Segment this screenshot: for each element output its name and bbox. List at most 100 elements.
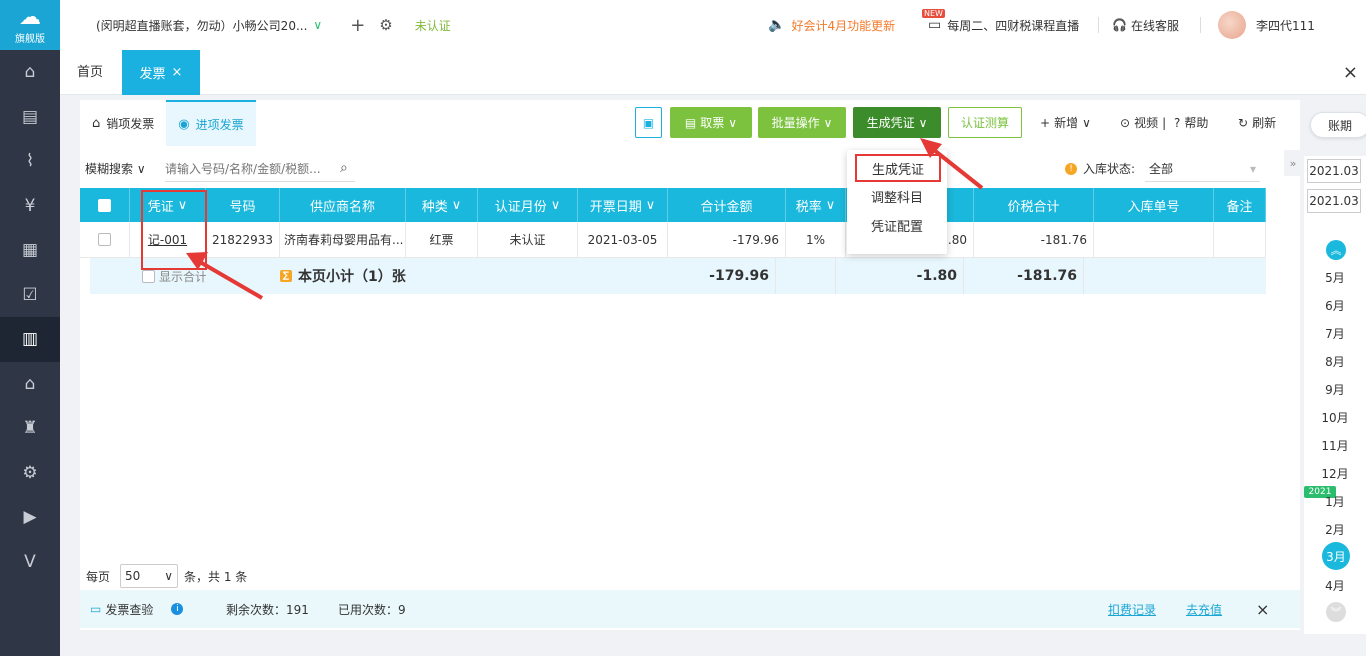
collapse-panel-icon[interactable]: » <box>1284 150 1302 176</box>
header-tax-rate[interactable]: 税率 ∨ <box>786 188 846 222</box>
recharge-link[interactable]: 去充值 <box>1186 601 1222 618</box>
month-item[interactable]: 4月 <box>1304 577 1366 594</box>
settings-icon[interactable]: ⚙ <box>0 451 60 496</box>
month-item[interactable]: 7月 <box>1304 325 1366 342</box>
user-menu[interactable]: 李四代111 <box>1218 11 1315 39</box>
month-item[interactable]: 1月 <box>1304 493 1366 510</box>
header-label: 备注 <box>1226 199 1253 215</box>
used-count: 已用次数：9 <box>338 602 406 617</box>
header-cert-month[interactable]: 认证月份 ∨ <box>478 188 578 222</box>
search-input[interactable] <box>165 156 355 182</box>
close-all-tabs-icon[interactable]: × <box>1343 62 1358 83</box>
generate-voucher-button[interactable]: 生成凭证 ∨ <box>853 107 941 138</box>
qr-scan-button[interactable]: ▣ <box>635 107 662 138</box>
add-button[interactable]: + 新增 ∨ <box>1040 107 1091 138</box>
month-item-active[interactable]: 3月 <box>1322 542 1350 570</box>
help-button[interactable]: ? 帮助 <box>1174 107 1208 138</box>
month-item[interactable]: 10月 <box>1304 409 1366 426</box>
subtotal-amount: -179.96 <box>658 258 776 294</box>
close-icon[interactable]: × <box>172 65 183 80</box>
account-selector[interactable]: (闵明超直播账套，勿动）小畅公司20... <box>96 17 307 34</box>
month-item[interactable]: 9月 <box>1304 381 1366 398</box>
period-start-input[interactable]: 2021.03 <box>1307 159 1361 183</box>
chevron-down-icon: ∨ <box>825 197 836 213</box>
tab-sales-label: 销项发票 <box>106 116 155 131</box>
building-icon[interactable]: ⌂ <box>0 362 60 407</box>
video-button[interactable]: ⊙ 视频 | <box>1120 107 1166 138</box>
report-icon[interactable]: ▦ <box>0 228 60 273</box>
certification-calc-button[interactable]: 认证测算 <box>948 107 1022 138</box>
tab-sales-invoice[interactable]: ⌂ 销项发票 <box>80 100 166 146</box>
fetch-invoice-button[interactable]: ▤ 取票 ∨ <box>670 107 752 138</box>
live-text: 每周二、四财税课程直播 <box>947 18 1080 33</box>
help-label: 帮助 <box>1184 116 1209 130</box>
stock-status-select[interactable]: 全部 ▾ <box>1145 156 1260 182</box>
check-doc-icon[interactable]: ☑ <box>0 273 60 318</box>
select-all-checkbox[interactable] <box>98 198 111 212</box>
tab-purchase-invoice[interactable]: ◉ 进项发票 <box>166 100 256 146</box>
tab-home[interactable]: 首页 <box>77 50 103 95</box>
help-icon: ? <box>1174 115 1181 130</box>
ledger-icon[interactable]: ▤ <box>0 95 60 140</box>
show-total-checkbox[interactable] <box>142 269 155 283</box>
stock-no-cell <box>1094 222 1214 257</box>
refresh-button[interactable]: ↻ 刷新 <box>1238 107 1276 138</box>
live-course-link[interactable]: NEW ▭ 每周二、四财税课程直播 <box>922 9 1080 34</box>
close-icon[interactable]: × <box>1256 600 1269 619</box>
month-item[interactable]: 5月 <box>1304 269 1366 286</box>
annotation-highlight-box <box>141 190 207 270</box>
play-circle-icon: ⊙ <box>1120 115 1131 130</box>
menu-item-generate-voucher[interactable]: 生成凭证 <box>855 154 941 182</box>
charge-record-link[interactable]: 扣费记录 <box>1108 601 1156 618</box>
new-badge: NEW <box>922 9 945 18</box>
online-service-link[interactable]: 🎧 在线客服 <box>1112 17 1179 34</box>
month-item[interactable]: 12月 <box>1304 465 1366 482</box>
gear-icon[interactable]: ⚙ <box>379 16 392 34</box>
month-item[interactable]: 6月 <box>1304 297 1366 314</box>
month-item[interactable]: 8月 <box>1304 353 1366 370</box>
tab-invoice[interactable]: 发票 × <box>122 50 200 95</box>
menu-item-voucher-config[interactable]: 凭证配置 <box>847 211 947 240</box>
info-icon[interactable]: i <box>171 603 184 615</box>
page-summary: 条，共 1 条 <box>184 569 248 584</box>
invoice-check[interactable]: ▭ 发票查验 i <box>90 601 184 618</box>
table-row[interactable]: 记-001 21822933 济南春莉母婴用品有... 红票 未认证 2021-… <box>80 222 1266 258</box>
month-item[interactable]: 11月 <box>1304 437 1366 454</box>
page-size-select[interactable]: 50 ∨ <box>120 564 179 588</box>
video-icon[interactable]: ▶ <box>0 495 60 540</box>
warning-icon: ! <box>1065 162 1077 175</box>
stamp-icon[interactable]: ♜ <box>0 406 60 451</box>
chevron-down-icon: ∨ <box>136 162 146 176</box>
promo-link[interactable]: 🔈 好会计4月功能更新 <box>768 17 895 34</box>
chevron-down-icon: ∨ <box>823 115 833 130</box>
search-icon[interactable]: ⌕ <box>340 160 348 176</box>
month-item[interactable]: 2月 <box>1304 521 1366 538</box>
verification-status[interactable]: 未认证 <box>415 17 451 34</box>
money-bag-icon[interactable]: ¥ <box>0 184 60 229</box>
search-mode-select[interactable]: 模糊搜索 ∨ <box>85 160 146 177</box>
menu-item-adjust-subject[interactable]: 调整科目 <box>847 182 947 211</box>
v-icon[interactable]: V <box>0 540 60 585</box>
batch-operation-button[interactable]: 批量操作 ∨ <box>758 107 846 138</box>
cloud-logo-icon: ☁ <box>19 5 41 30</box>
period-end-input[interactable]: 2021.03 <box>1307 189 1361 213</box>
header-type[interactable]: 种类 ∨ <box>406 188 478 222</box>
invoice-icon[interactable]: ▥ <box>0 317 60 362</box>
home-icon[interactable]: ⌂ <box>0 50 60 95</box>
add-account-icon[interactable]: + <box>350 15 365 36</box>
scroll-up-icon[interactable]: ︽ <box>1326 240 1346 260</box>
header-issue-date[interactable]: 开票日期 ∨ <box>578 188 668 222</box>
search-row: 模糊搜索 ∨ ⌕ ! 入库状态: 全部 ▾ <box>80 156 1300 182</box>
app-logo[interactable]: ☁ 旗舰版 <box>0 0 60 50</box>
tv-icon: NEW ▭ <box>922 9 945 33</box>
type-cell: 红票 <box>406 222 478 257</box>
ledger-period-button[interactable]: 账期 <box>1310 112 1366 138</box>
chevron-down-icon[interactable]: ∨ <box>313 18 322 32</box>
header-amount: 合计金额 <box>668 188 786 222</box>
scroll-down-icon[interactable]: ︾ <box>1326 602 1346 622</box>
divider <box>1098 17 1099 33</box>
chart-icon[interactable]: ⌇ <box>0 139 60 184</box>
header-label: 号码 <box>229 199 256 215</box>
row-checkbox[interactable] <box>98 233 111 246</box>
generate-label: 生成凭证 <box>866 116 915 130</box>
